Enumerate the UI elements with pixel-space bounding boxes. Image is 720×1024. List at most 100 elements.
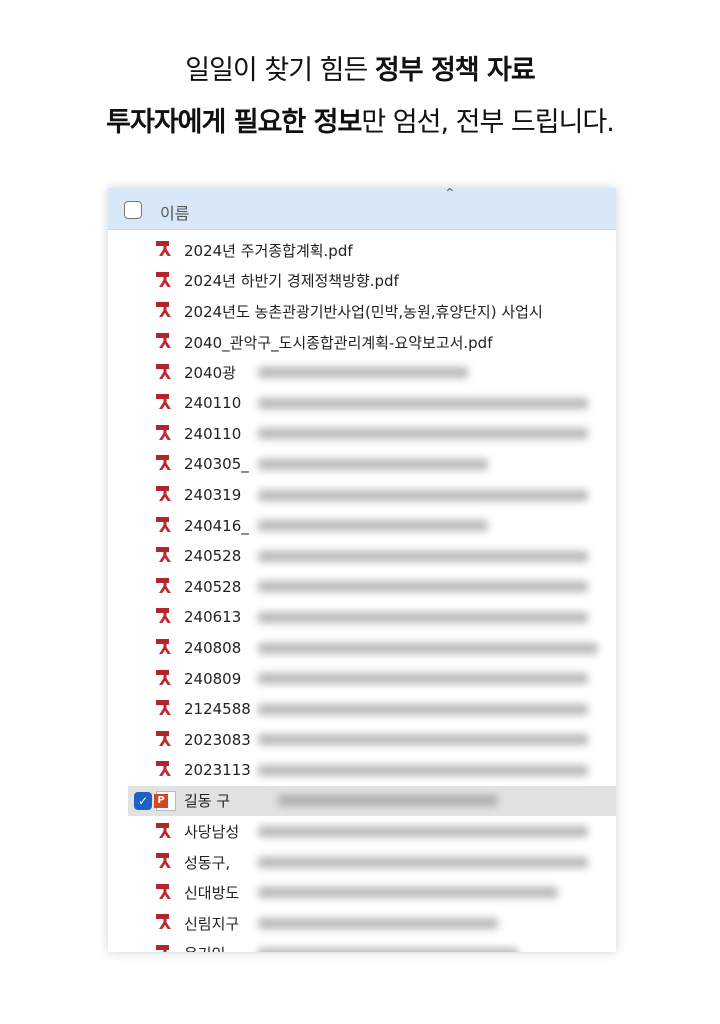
pdf-file-icon: ⅄ (156, 607, 176, 627)
pdf-file-icon: ⅄ (156, 516, 176, 536)
file-name: 240305_ (184, 455, 249, 474)
blurred-filename-redaction (258, 550, 588, 562)
file-name: 240110 (184, 394, 242, 413)
file-row[interactable]: ⅄ 240808 (108, 633, 616, 664)
headline-emphasis: 정부 정책 자료 (374, 55, 536, 86)
file-row[interactable]: ⅄ 240319 (108, 480, 616, 511)
blurred-filename-redaction (258, 642, 598, 654)
pdf-file-icon: ⅄ (156, 240, 176, 260)
file-name: 240528 (184, 577, 242, 596)
blurred-filename-redaction (258, 673, 588, 685)
column-header-name[interactable]: 이름 (160, 200, 189, 224)
file-row[interactable]: ⅄ 2024년 하반기 경제정책방향.pdf (108, 266, 616, 297)
powerpoint-file-icon: P (154, 790, 176, 811)
column-header[interactable]: ⌃ 이름 (108, 188, 616, 230)
file-name: 2023113 (184, 761, 251, 780)
file-row[interactable]: ✓ P 길동 구 (128, 785, 616, 817)
pdf-file-icon: ⅄ (156, 393, 176, 413)
file-row[interactable]: ⅄ 240528 (108, 572, 616, 603)
pdf-file-icon: ⅄ (156, 699, 176, 719)
file-name: 240613 (184, 608, 242, 627)
file-name: 성동구, (184, 853, 231, 872)
blurred-filename-redaction (258, 520, 488, 532)
pdf-file-icon: ⅄ (156, 271, 176, 291)
select-all-checkbox[interactable] (124, 201, 142, 219)
file-name: 240528 (184, 547, 242, 566)
file-name: 신대방도 (184, 884, 240, 903)
blurred-filename-redaction (258, 856, 588, 868)
pdf-file-icon: ⅄ (156, 913, 176, 933)
file-row[interactable]: ⅄ 신림지구 (108, 908, 616, 939)
file-row[interactable]: ⅄ 2040광 (108, 357, 616, 388)
file-row[interactable]: ⅄ 옥기인 (108, 939, 616, 952)
pdf-file-icon: ⅄ (156, 638, 176, 658)
headline-text: 일일이 찾기 힘든 (185, 55, 375, 86)
blurred-filename-redaction (278, 795, 498, 807)
headline-line-2: 투자자에게 필요한 정보만 엄선, 전부 드립니다. (0, 100, 720, 139)
pdf-file-icon: ⅄ (156, 822, 176, 842)
blurred-filename-redaction (258, 367, 468, 379)
file-rows: ⅄ 2024년 주거종합계획.pdf ⅄ 2024년 하반기 경제정책방향.pdf ⅄ 2… (108, 235, 616, 952)
file-row[interactable]: ⅄ 240416_ (108, 510, 616, 541)
blurred-filename-redaction (258, 703, 588, 715)
pdf-file-icon: ⅄ (156, 546, 176, 566)
blurred-filename-redaction (258, 458, 488, 470)
file-row[interactable]: ⅄ 사당남성 (108, 816, 616, 847)
blurred-filename-redaction (258, 887, 558, 899)
pdf-file-icon: ⅄ (156, 424, 176, 444)
file-name: 2024년 주거종합계획.pdf (184, 241, 353, 260)
pdf-file-icon: ⅄ (156, 454, 176, 474)
pdf-file-icon: ⅄ (156, 577, 176, 597)
pdf-file-icon: ⅄ (156, 730, 176, 750)
pdf-file-icon: ⅄ (156, 301, 176, 321)
file-name: 옥기인 (184, 943, 225, 952)
file-name: 2024년도 농촌관광기반사업(민박,농원,휴양단지) 사업시 (184, 302, 543, 321)
pdf-file-icon: ⅄ (156, 363, 176, 383)
blurred-filename-redaction (258, 611, 588, 623)
file-row[interactable]: ⅄ 신대방도 (108, 877, 616, 908)
file-row[interactable]: ⅄ 240528 (108, 541, 616, 572)
blurred-filename-redaction (258, 826, 588, 838)
pdf-file-icon: ⅄ (156, 760, 176, 780)
pdf-file-icon: ⅄ (156, 669, 176, 689)
blurred-filename-redaction (258, 734, 588, 746)
file-row[interactable]: ⅄ 240613 (108, 602, 616, 633)
file-row[interactable]: ⅄ 240809 (108, 663, 616, 694)
file-name: 2040광 (184, 364, 236, 383)
file-name: 2124588 (184, 700, 251, 719)
file-name: 사당남성 (184, 823, 240, 842)
file-row[interactable]: ⅄ 2023083 (108, 725, 616, 756)
row-checkbox-checked[interactable]: ✓ (134, 791, 152, 810)
file-name: 240110 (184, 424, 242, 443)
file-row[interactable]: ⅄ 2024년도 농촌관광기반사업(민박,농원,휴양단지) 사업시 (108, 296, 616, 327)
file-row[interactable]: ⅄ 240110 (108, 419, 616, 450)
file-row[interactable]: ⅄ 240305_ (108, 449, 616, 480)
headline-text: 만 엄선, 전부 드립니다. (361, 107, 614, 138)
sort-ascending-icon[interactable]: ⌃ (444, 188, 456, 202)
blurred-filename-redaction (258, 581, 588, 593)
file-name: 2024년 하반기 경제정책방향.pdf (184, 272, 399, 291)
file-row[interactable]: ⅄ 2023113 (108, 755, 616, 786)
pdf-file-icon: ⅄ (156, 485, 176, 505)
file-name: 신림지구 (184, 914, 240, 933)
file-row[interactable]: ⅄ 2040_관악구_도시종합관리계획-요약보고서.pdf (108, 327, 616, 358)
file-name: 길동 구 (184, 792, 231, 811)
file-row[interactable]: ⅄ 2024년 주거종합계획.pdf (108, 235, 616, 266)
file-name: 240808 (184, 639, 242, 658)
file-row[interactable]: ⅄ 2124588 (108, 694, 616, 725)
blurred-filename-redaction (258, 428, 588, 440)
file-row[interactable]: ⅄ 240110 (108, 388, 616, 419)
file-row[interactable]: ⅄ 성동구, (108, 847, 616, 878)
blurred-filename-redaction (258, 948, 518, 952)
file-name: 2023083 (184, 730, 251, 749)
blurred-filename-redaction (258, 764, 588, 776)
file-name: 240416_ (184, 516, 249, 535)
blurred-filename-redaction (258, 397, 588, 409)
pdf-file-icon: ⅄ (156, 944, 176, 952)
headline-line-1: 일일이 찾기 힘든 정부 정책 자료 (0, 48, 720, 87)
file-name: 240809 (184, 669, 242, 688)
file-name: 2040_관악구_도시종합관리계획-요약보고서.pdf (184, 333, 493, 352)
pdf-file-icon: ⅄ (156, 332, 176, 352)
blurred-filename-redaction (258, 917, 498, 929)
headline-emphasis: 투자자에게 필요한 정보 (106, 107, 362, 138)
